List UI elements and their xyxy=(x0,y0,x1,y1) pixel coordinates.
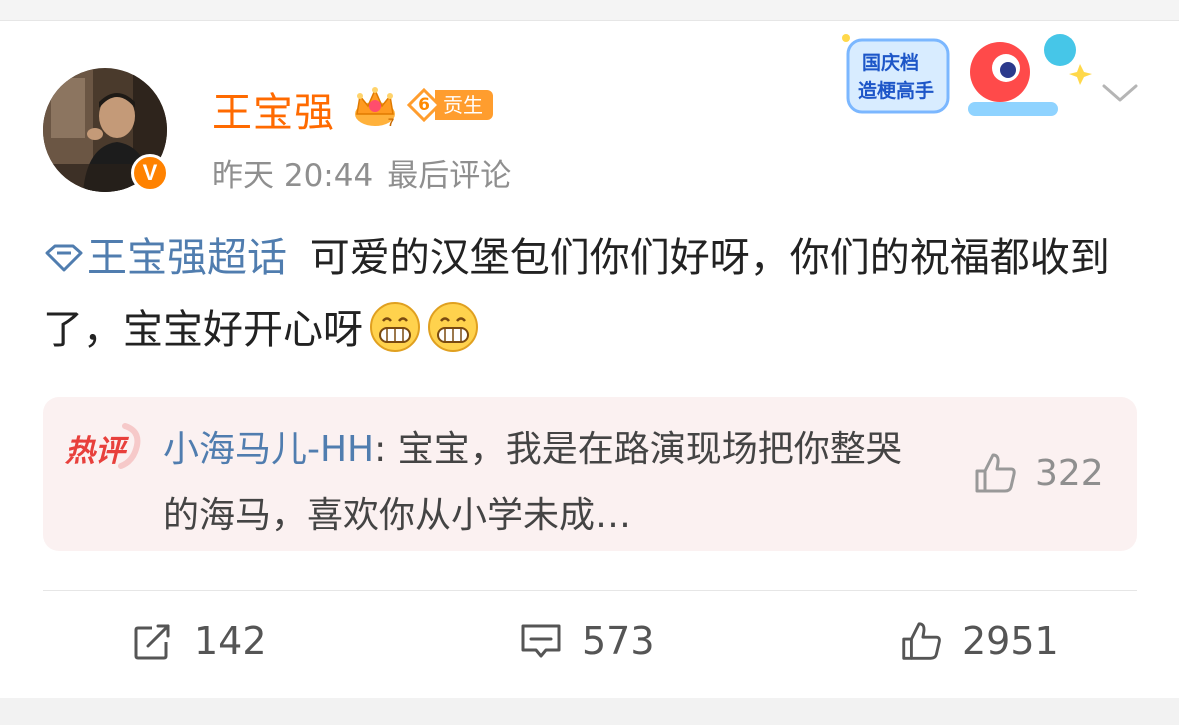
post-meta: 昨天 20:44 最后评论 xyxy=(212,150,525,195)
comment-button[interactable]: 573 xyxy=(518,618,655,664)
fan-level-badge[interactable]: 6 贡生 xyxy=(407,88,493,122)
hot-comment-user[interactable]: 小海马儿-HH xyxy=(163,429,374,470)
super-topic-label: 王宝强超话 xyxy=(87,235,287,281)
hot-comment-text-block: 小海马儿-HH: 宝宝，我是在路演现场把你整哭的海马，喜欢你从小学未成… xyxy=(163,417,923,549)
hot-comment-card[interactable]: 热评 小海马儿-HH: 宝宝，我是在路演现场把你整哭的海马，喜欢你从小学未成… … xyxy=(43,397,1137,551)
crown-member-icon: 7 xyxy=(355,87,395,128)
level-diamond-icon: 6 xyxy=(407,88,441,122)
promo-sticker[interactable]: 国庆档 造梗高手 xyxy=(838,28,1093,128)
hot-comment-like-button[interactable]: 322 xyxy=(971,449,1104,497)
hot-comment-colon: : xyxy=(374,429,398,470)
comment-icon xyxy=(521,624,561,658)
like-button[interactable]: 2951 xyxy=(898,618,1059,664)
repost-button[interactable]: 142 xyxy=(130,618,267,664)
super-topic-link[interactable]: 王宝强超话 xyxy=(43,235,287,281)
like-count: 2951 xyxy=(962,619,1059,663)
chevron-down-icon[interactable] xyxy=(1100,80,1140,106)
comment-count: 573 xyxy=(582,619,655,663)
bottom-separator xyxy=(0,698,1179,725)
thumbs-up-icon xyxy=(902,622,941,660)
verified-badge-icon: V xyxy=(131,154,169,192)
diamond-topic-icon xyxy=(45,244,83,272)
level-number: 6 xyxy=(418,95,430,115)
hot-comment-tag-label: 热评 xyxy=(65,434,125,469)
last-comment-label: 最后评论 xyxy=(387,158,512,194)
post-time: 昨天 20:44 xyxy=(212,158,374,194)
repost-count: 142 xyxy=(194,619,267,663)
grin-emoji-icon xyxy=(428,302,478,352)
top-separator xyxy=(0,0,1179,21)
post-content: 王宝强超话 可爱的汉堡包们你们好呀，你们的祝福都收到了，宝宝好开心呀 xyxy=(43,222,1143,366)
svg-text:7: 7 xyxy=(388,117,394,128)
avatar[interactable]: V xyxy=(43,68,169,192)
thumbs-up-icon xyxy=(975,453,1016,493)
promo-line-2: 造梗高手 xyxy=(858,80,935,102)
author-name[interactable]: 王宝强 xyxy=(212,80,335,138)
level-label: 贡生 xyxy=(435,90,493,120)
hot-comment-like-count: 322 xyxy=(1035,452,1104,494)
promo-line-1: 国庆档 xyxy=(862,52,920,74)
hot-comment-tag: 热评 xyxy=(65,422,145,470)
grin-emoji-icon xyxy=(370,302,420,352)
repost-icon xyxy=(134,624,170,660)
action-bar-divider xyxy=(43,590,1137,591)
